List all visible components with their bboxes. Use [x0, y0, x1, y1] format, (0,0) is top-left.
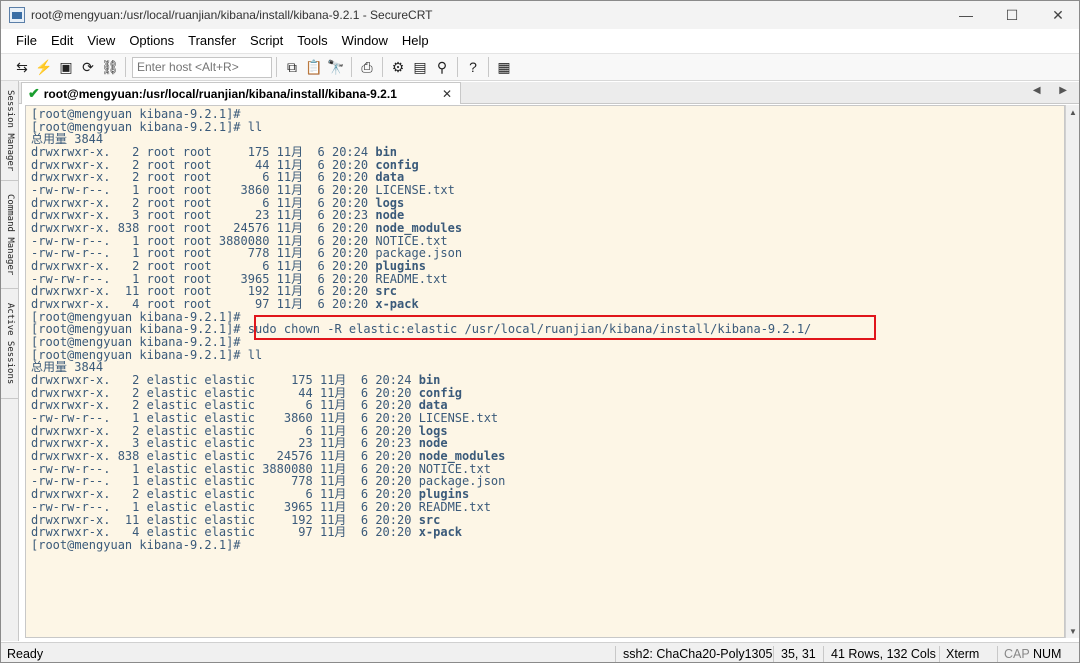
maximize-button[interactable]: ☐	[989, 1, 1035, 29]
close-button[interactable]: ✕	[1035, 1, 1079, 29]
securecrt-window: root@mengyuan:/usr/local/ruanjian/kibana…	[0, 0, 1080, 663]
menu-script[interactable]: Script	[243, 29, 290, 53]
tab-nav-arrows[interactable]: ◀ ▶	[1033, 85, 1075, 96]
toolbar-separator	[125, 57, 126, 77]
menu-view[interactable]: View	[80, 29, 122, 53]
menu-window[interactable]: Window	[335, 29, 395, 53]
sftp-icon[interactable]: ▤	[409, 56, 431, 78]
menu-file[interactable]: File	[9, 29, 44, 53]
toolbar-separator	[276, 57, 277, 77]
menu-help[interactable]: Help	[395, 29, 436, 53]
session-tab-label: root@mengyuan:/usr/local/ruanjian/kibana…	[43, 86, 397, 101]
terminal-line: [root@mengyuan kibana-9.2.1]# ll	[31, 348, 1064, 362]
tab-active-sessions[interactable]: Active Sessions	[1, 289, 19, 399]
connected-check-icon: ✔	[28, 85, 40, 101]
host-input[interactable]	[132, 56, 272, 78]
status-terminal-size: 41 Rows, 132 Cols	[831, 647, 936, 661]
tab-session-manager[interactable]: Session Manager	[1, 81, 19, 181]
tab-close-icon[interactable]: ✕	[442, 87, 452, 101]
screenshot-icon[interactable]: ▦	[493, 56, 515, 78]
help-icon[interactable]: ?	[462, 56, 484, 78]
status-bar: Ready ssh2: ChaCha20-Poly1305 35, 31 41 …	[1, 642, 1079, 662]
terminal-line-text: [root@mengyuan kibana-9.2.1]#	[31, 537, 241, 552]
vertical-scrollbar[interactable]: ▲ ▼	[1065, 105, 1079, 638]
securecrt-app-icon	[9, 7, 25, 23]
scroll-up-icon[interactable]: ▲	[1066, 105, 1079, 119]
toolbar: ⇆ ⚡ ▣ ⟳ ⛓ ⧉ 📋 🔭 ⎙ ⚙ ▤ ⚲ ? ▦	[1, 53, 1079, 81]
terminal-screen[interactable]: [root@mengyuan kibana-9.2.1]# [root@mengy…	[25, 105, 1065, 638]
status-caps-lock: CAP	[1004, 647, 1030, 661]
print-icon[interactable]: ⎙	[356, 56, 378, 78]
status-terminal-type: Xterm	[946, 647, 980, 661]
menu-tools[interactable]: Tools	[290, 29, 334, 53]
directory-name: x-pack	[418, 525, 463, 540]
find-icon[interactable]: 🔭	[325, 56, 347, 78]
scroll-down-icon[interactable]: ▼	[1066, 624, 1079, 638]
status-cursor-position: 35, 31	[781, 647, 816, 661]
menu-bar: File Edit View Options Transfer Script T…	[1, 29, 1079, 53]
menu-options[interactable]: Options	[122, 29, 181, 53]
terminal-line: [root@mengyuan kibana-9.2.1]# ll	[31, 120, 1064, 134]
toolbar-separator	[488, 57, 489, 77]
connect-icon[interactable]: ⇆	[11, 56, 33, 78]
paste-icon[interactable]: 📋	[303, 56, 325, 78]
keymap-icon[interactable]: ⚲	[431, 56, 453, 78]
status-ready: Ready	[7, 647, 44, 661]
terminal-line: [root@mengyuan kibana-9.2.1]#	[31, 539, 1064, 552]
reconnect-icon[interactable]: ⟳	[77, 56, 99, 78]
status-num-lock: NUM	[1033, 647, 1062, 661]
toolbar-separator	[382, 57, 383, 77]
tab-command-manager[interactable]: Command Manager	[1, 181, 19, 289]
side-panel: Session Manager Command Manager Active S…	[1, 81, 19, 641]
menu-edit[interactable]: Edit	[44, 29, 80, 53]
menu-transfer[interactable]: Transfer	[181, 29, 243, 53]
disconnect-icon[interactable]: ⛓	[99, 56, 121, 78]
toolbar-separator	[457, 57, 458, 77]
minimize-button[interactable]: —	[943, 1, 989, 29]
settings-icon[interactable]: ⚙	[387, 56, 409, 78]
status-cipher: ssh2: ChaCha20-Poly1305	[623, 647, 773, 661]
window-title: root@mengyuan:/usr/local/ruanjian/kibana…	[31, 8, 433, 22]
window-controls: — ☐ ✕	[943, 1, 1079, 29]
directory-name: x-pack	[375, 297, 419, 312]
session-icon[interactable]: ▣	[55, 56, 77, 78]
session-tab[interactable]: ✔ root@mengyuan:/usr/local/ruanjian/kiba…	[21, 82, 461, 104]
quick-connect-icon[interactable]: ⚡	[33, 56, 55, 78]
title-bar: root@mengyuan:/usr/local/ruanjian/kibana…	[1, 1, 1079, 29]
file-name: sudo chown -R elastic:elastic /usr/local…	[247, 322, 812, 337]
toolbar-separator	[351, 57, 352, 77]
session-tab-bar: ✔ root@mengyuan:/usr/local/ruanjian/kiba…	[19, 82, 1079, 104]
copy-icon[interactable]: ⧉	[281, 56, 303, 78]
